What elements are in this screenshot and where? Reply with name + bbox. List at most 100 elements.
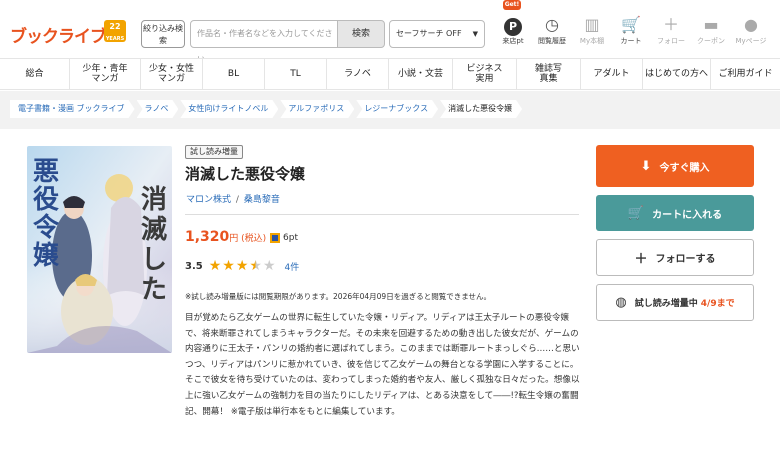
cart-label: カート [620, 37, 642, 45]
trial-notice: ※試し読み増量版には閲覧期限があります。2026年04月09日を過ぎると閲覧でき… [185, 292, 491, 301]
nav-item-novel[interactable]: 小説・文芸 [389, 59, 453, 89]
svg-text:た: た [141, 275, 167, 305]
coupon-label: クーポン [697, 37, 725, 45]
site-header: ブックライブ 22YEARS 絞り込み検索 作品名・作者名などを入力してください… [0, 0, 780, 64]
svg-text:役: 役 [33, 185, 59, 215]
add-to-cart-button[interactable]: 🛒 カートに入れる [596, 195, 754, 231]
narrow-search-button[interactable]: 絞り込み検索 [141, 20, 185, 48]
breadcrumb-item[interactable]: 女性向けライトノベル [180, 100, 278, 118]
star-empty-icon: ★ [262, 258, 276, 274]
bookshelf-icon: ▥ [584, 15, 600, 34]
trial-until: 4/9まで [700, 299, 735, 309]
star-icon: ★ [222, 258, 235, 274]
author-list: マロン株式 / 桑島黎音 [186, 192, 280, 205]
buy-now-button[interactable]: ⬇ 今すぐ購入 [596, 145, 754, 187]
plus-icon: ＋ [662, 15, 679, 34]
nav-label: ビジネス実用 [466, 64, 503, 84]
svg-text:令: 令 [33, 212, 60, 243]
nav-item-business[interactable]: ビジネス実用 [453, 59, 517, 89]
buy-now-label: 今すぐ購入 [659, 162, 710, 174]
divider [185, 214, 579, 215]
nav-label: 少女・女性マンガ [148, 64, 194, 84]
nav-item-beginner[interactable]: はじめての方へ [643, 59, 711, 89]
get-badge: Get! [503, 0, 521, 10]
nav-item-shojo[interactable]: 少女・女性マンガ [141, 59, 203, 89]
book-description: 目が覚めたら乙女ゲームの世界に転生していた令嬢・リディア。リディアは王太子ルート… [185, 313, 580, 417]
follow-header-label: フォロー [657, 37, 685, 45]
globe-icon: ◍ [615, 295, 627, 310]
user-icon: ● [744, 15, 758, 34]
nav-item-general[interactable]: 総合 [0, 59, 70, 89]
rating: 3.5 ★ ★ ★ ★ ★ 4件 [185, 259, 299, 273]
nav-item-guide[interactable]: ご利用ガイド [711, 59, 780, 89]
trial-read-button[interactable]: ◍ 試し読み増量中 4/9まで [596, 284, 754, 321]
nav-item-adult[interactable]: アダルト [581, 59, 643, 89]
breadcrumb: 電子書籍・漫画 ブックライブ ラノベ 女性向けライトノベル アルファポリス レジ… [10, 100, 524, 118]
price-suffix: 円 (税込) [229, 234, 267, 244]
nav-label: 少年・青年マンガ [82, 64, 128, 84]
svg-text:し: し [141, 245, 167, 275]
bookshelf-button[interactable]: ▥ My本棚 [572, 14, 612, 52]
visit-point-button[interactable]: P 来店pt [493, 14, 533, 52]
follow-label: フォローする [655, 254, 716, 265]
breadcrumb-item[interactable]: アルファポリス [280, 100, 354, 118]
site-logo[interactable]: ブックライブ [10, 22, 107, 47]
nav-label: 雑誌写真集 [534, 64, 562, 84]
trial-tag: 試し読み増量 [185, 145, 243, 159]
anniversary-badge: 22 YEARS [104, 20, 126, 42]
nav-item-bl[interactable]: BL [203, 59, 265, 89]
svg-text:消: 消 [141, 185, 167, 215]
breadcrumb-current: 消滅した悪役令嬢 [440, 100, 522, 118]
follow-header-button[interactable]: ＋ フォロー [651, 14, 691, 52]
product-panel: 悪 役 令 嬢 消 滅 し た 試し読み増量 消滅した 悪役令嬢 マロン株式 / … [10, 129, 770, 452]
safe-search-label: セーフサーチ OFF [396, 29, 462, 38]
nav-item-magazine[interactable]: 雑誌写真集 [517, 59, 581, 89]
breadcrumb-item[interactable]: レジーナブックス [356, 100, 438, 118]
trial-read-label: 試し読み増量中 [634, 299, 698, 309]
category-nav: 総合 少年・青年マンガ 少女・女性マンガ BL TL ラノベ 小説・文芸 ビジネ… [0, 58, 780, 90]
cart-icon: 🛒 [627, 205, 645, 221]
star-icon: ★ [235, 258, 249, 274]
nav-item-shonen[interactable]: 少年・青年マンガ [70, 59, 141, 89]
points: 6pt [270, 233, 298, 243]
price: 1,320円 (税込) [185, 229, 266, 245]
bookshelf-label: My本棚 [579, 37, 605, 45]
mypage-button[interactable]: ● Myページ [731, 14, 771, 52]
chevron-down-icon: ▼ [472, 30, 478, 38]
breadcrumb-item[interactable]: 電子書籍・漫画 ブックライブ [10, 100, 135, 118]
cart-icon: 🛒 [621, 15, 641, 34]
point-icon: P [493, 14, 533, 36]
rating-score: 3.5 [185, 260, 203, 272]
points-value: 6pt [283, 233, 298, 243]
plus-icon: ＋ [634, 252, 648, 267]
author-link[interactable]: マロン株式 [186, 195, 231, 205]
coupon-button[interactable]: ▬ クーポン [691, 14, 731, 52]
star-rating: ★ ★ ★ ★ ★ [209, 259, 277, 273]
book-cover[interactable]: 悪 役 令 嬢 消 滅 し た [27, 146, 172, 353]
mypage-label: Myページ [735, 37, 767, 45]
history-button[interactable]: ◷ 閲覧履歴 [532, 14, 572, 52]
point-icon [270, 233, 280, 243]
history-label: 閲覧履歴 [538, 37, 566, 45]
safe-search-select[interactable]: セーフサーチ OFF ▼ [389, 20, 485, 48]
nav-item-ranobe[interactable]: ラノベ [327, 59, 389, 89]
add-to-cart-label: カートに入れる [652, 209, 723, 221]
svg-text:悪: 悪 [33, 157, 59, 187]
breadcrumb-item[interactable]: ラノベ [137, 100, 179, 118]
coupon-icon: ▬ [703, 15, 719, 34]
visit-point-label: 来店pt [502, 37, 524, 45]
star-half-icon: ★ [249, 258, 262, 274]
search-button[interactable]: 検索 [337, 20, 385, 48]
cart-button[interactable]: 🛒 カート [611, 14, 651, 52]
download-icon: ⬇ [640, 158, 652, 174]
svg-text:嬢: 嬢 [33, 241, 60, 271]
review-count-link[interactable]: 4件 [285, 260, 300, 273]
nav-item-tl[interactable]: TL [265, 59, 327, 89]
breadcrumb-area: 電子書籍・漫画 ブックライブ ラノベ 女性向けライトノベル アルファポリス レジ… [0, 91, 780, 129]
history-icon: ◷ [545, 15, 559, 34]
star-icon: ★ [208, 258, 222, 274]
search-input[interactable]: 作品名・作者名などを入力してください [190, 20, 338, 64]
follow-button[interactable]: ＋ フォローする [596, 239, 754, 276]
svg-text:滅: 滅 [141, 215, 167, 245]
author-link[interactable]: 桑島黎音 [244, 195, 280, 205]
